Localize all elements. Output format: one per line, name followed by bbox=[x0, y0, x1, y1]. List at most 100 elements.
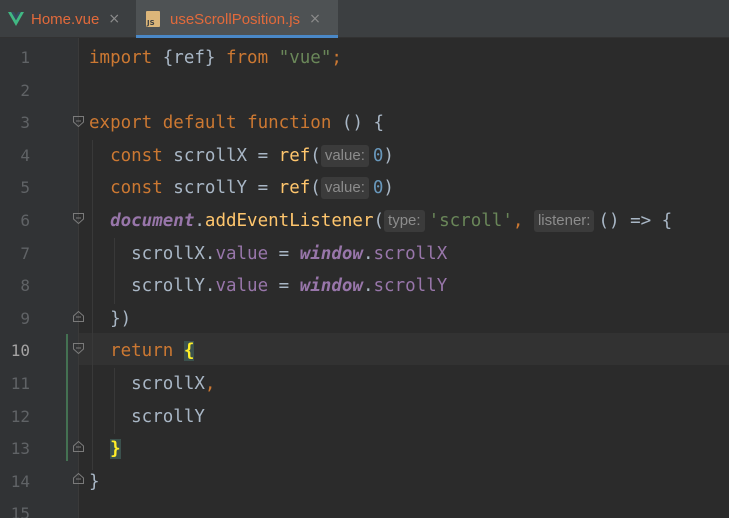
code-line-6: document.addEventListener(type:'scroll',… bbox=[89, 205, 672, 238]
function-token: addEventListener bbox=[204, 210, 374, 231]
text-token: ( bbox=[373, 210, 385, 231]
number-token: 0 bbox=[372, 145, 384, 166]
code-line-7: scrollX.value = window.scrollX bbox=[89, 238, 672, 271]
text-token: } bbox=[89, 471, 100, 492]
parameter-hint: value: bbox=[320, 177, 369, 200]
keyword-token: function bbox=[247, 113, 332, 134]
code-line-14: } bbox=[89, 466, 672, 499]
line-number: 5 bbox=[20, 178, 30, 198]
text-token: } bbox=[204, 48, 226, 68]
text-token: ) bbox=[383, 178, 394, 199]
code-line-5: const scrollY = ref(value: 0) bbox=[89, 172, 672, 205]
text-token: ( bbox=[310, 145, 321, 166]
parameter-hint: value: bbox=[320, 144, 369, 167]
line-number-current: 10 bbox=[10, 341, 30, 361]
line-number: 9 bbox=[20, 308, 30, 328]
text-token: scrollY bbox=[89, 406, 205, 427]
keyword-token: const bbox=[89, 145, 163, 166]
line-number: 6 bbox=[20, 210, 30, 230]
line-number: 15 bbox=[10, 504, 30, 518]
code-line-3: export default function () { bbox=[89, 107, 672, 140]
line-number: 4 bbox=[20, 145, 30, 165]
tab-home-vue[interactable]: Home.vue × bbox=[0, 0, 134, 38]
line-number: 7 bbox=[20, 243, 30, 263]
text-token: () => { bbox=[598, 210, 673, 231]
text-token: . bbox=[362, 243, 374, 264]
punctuation-token: , bbox=[512, 210, 534, 231]
line-number: 11 bbox=[10, 373, 30, 393]
punctuation-token: ; bbox=[331, 48, 342, 68]
text-token: scrollY. bbox=[89, 276, 216, 297]
line-number: 8 bbox=[20, 276, 30, 296]
global-token: window bbox=[299, 276, 363, 297]
text-token: . bbox=[362, 276, 374, 297]
matched-brace: } bbox=[110, 439, 121, 460]
number-token: 0 bbox=[372, 178, 384, 199]
line-numbers: 1 2 3 4 5 6 7 8 9 10 11 12 13 14 15 bbox=[0, 42, 30, 518]
text-token: = bbox=[268, 276, 300, 297]
code-line-13: } bbox=[89, 433, 672, 466]
matched-brace: { bbox=[183, 341, 195, 362]
code-line-10: return { bbox=[89, 335, 672, 368]
line-number: 1 bbox=[20, 48, 30, 67]
fold-open-icon[interactable] bbox=[73, 343, 84, 354]
vcs-change-marker[interactable] bbox=[66, 334, 68, 461]
parameter-hint: listener: bbox=[533, 209, 595, 232]
close-icon[interactable]: × bbox=[108, 11, 120, 27]
keyword-token: from bbox=[225, 48, 269, 68]
tab-label: Home.vue bbox=[31, 10, 100, 28]
js-icon-text: JS bbox=[147, 19, 155, 27]
identifier-token: ref bbox=[173, 48, 205, 68]
fold-close-icon[interactable] bbox=[73, 473, 84, 484]
code-line-12: scrollY bbox=[89, 401, 672, 434]
keyword-token: const bbox=[89, 178, 163, 199]
tab-label: useScrollPosition.js bbox=[170, 10, 301, 28]
keyword-token: export bbox=[89, 113, 153, 134]
fold-close-icon[interactable] bbox=[73, 311, 84, 322]
text-token: { bbox=[152, 48, 174, 68]
punctuation-token: , bbox=[204, 373, 216, 394]
code-line-4: const scrollX = ref(value: 0) bbox=[89, 140, 672, 173]
line-number: 3 bbox=[20, 113, 30, 133]
text-token: ) bbox=[383, 145, 394, 166]
fold-open-icon[interactable] bbox=[73, 213, 84, 224]
line-number: 12 bbox=[10, 406, 30, 426]
keyword-token: return bbox=[89, 341, 174, 362]
keyword-token: import bbox=[89, 48, 153, 68]
text-token: () { bbox=[331, 113, 385, 134]
text-token: . bbox=[194, 210, 205, 231]
text-token: }) bbox=[89, 308, 132, 329]
global-token: window bbox=[299, 243, 363, 264]
text-token: scrollX bbox=[89, 373, 205, 394]
fold-close-icon[interactable] bbox=[73, 441, 84, 452]
line-number: 14 bbox=[10, 471, 30, 491]
text-token: scrollX. bbox=[89, 243, 216, 264]
editor-tab-bar: Home.vue × JS useScrollPosition.js × bbox=[0, 0, 729, 38]
fold-open-icon[interactable] bbox=[73, 116, 84, 127]
tab-use-scroll-position-js[interactable]: JS useScrollPosition.js × bbox=[136, 0, 338, 38]
string-token: 'scroll' bbox=[428, 210, 513, 231]
line-number: 2 bbox=[20, 80, 30, 100]
code-line-1: import {ref} from "vue"; bbox=[89, 42, 672, 75]
parameter-hint: type: bbox=[384, 209, 425, 232]
close-icon[interactable]: × bbox=[309, 11, 321, 27]
code-editor[interactable]: import {ref} from "vue"; export default … bbox=[89, 42, 672, 518]
property-token: scrollX bbox=[373, 243, 448, 264]
text-token: ( bbox=[310, 178, 321, 199]
text-token: scrollY = bbox=[162, 178, 279, 199]
function-token: ref bbox=[278, 178, 311, 199]
property-token: value bbox=[215, 243, 269, 264]
code-line-11: scrollX, bbox=[89, 368, 672, 401]
text-token: = bbox=[268, 243, 300, 264]
code-line-8: scrollY.value = window.scrollY bbox=[89, 270, 672, 303]
text-token: scrollX = bbox=[162, 145, 279, 166]
string-token: "vue" bbox=[278, 48, 332, 68]
property-token: scrollY bbox=[373, 276, 448, 297]
